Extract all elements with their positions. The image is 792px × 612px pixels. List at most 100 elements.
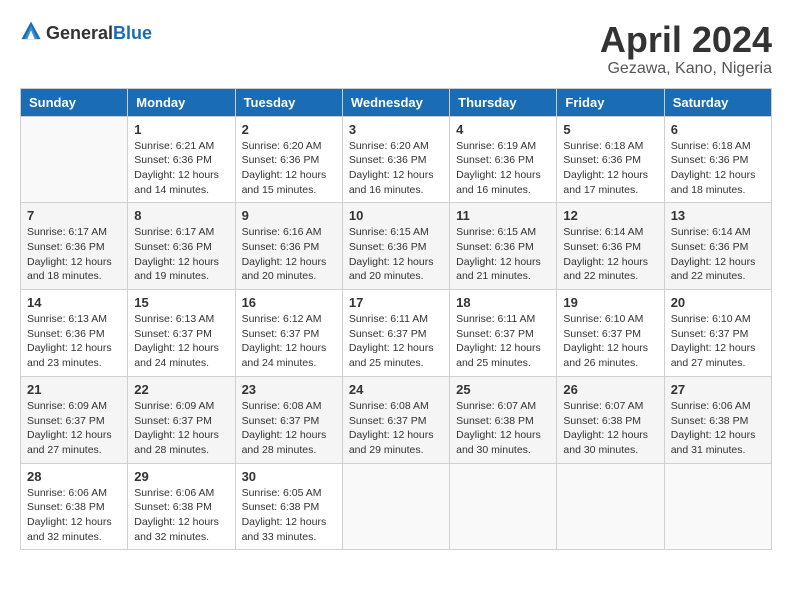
day-info: Sunrise: 6:06 AM Sunset: 6:38 PM Dayligh… — [27, 486, 121, 545]
location-text: Gezawa, Kano, Nigeria — [600, 60, 772, 78]
calendar-cell: 14 Sunrise: 6:13 AM Sunset: 6:36 PM Dayli… — [21, 290, 128, 377]
calendar-cell: 19 Sunrise: 6:10 AM Sunset: 6:37 PM Dayli… — [557, 290, 664, 377]
day-info: Sunrise: 6:20 AM Sunset: 6:36 PM Dayligh… — [349, 139, 443, 198]
page-header: GeneralBlue April 2024 Gezawa, Kano, Nig… — [20, 20, 772, 78]
day-number: 30 — [242, 469, 336, 484]
calendar-cell: 9Sunrise: 6:16 AM Sunset: 6:36 PM Daylig… — [235, 203, 342, 290]
calendar-cell: 8Sunrise: 6:17 AM Sunset: 6:36 PM Daylig… — [128, 203, 235, 290]
day-number: 16 — [242, 295, 336, 310]
day-info: Sunrise: 6:15 AM Sunset: 6:36 PM Dayligh… — [456, 225, 550, 284]
calendar-cell — [342, 463, 449, 550]
day-number: 24 — [349, 382, 443, 397]
week-row-5: 28Sunrise: 6:06 AM Sunset: 6:38 PM Dayli… — [21, 463, 772, 550]
day-info: Sunrise: 6:19 AM Sunset: 6:36 PM Dayligh… — [456, 139, 550, 198]
day-number: 12 — [563, 208, 657, 223]
calendar-cell: 21 Sunrise: 6:09 AM Sunset: 6:37 PM Dayli… — [21, 376, 128, 463]
day-info: Sunrise: 6:12 AM Sunset: 6:37 PM Dayligh… — [242, 312, 336, 371]
day-number: 23 — [242, 382, 336, 397]
title-block: April 2024 Gezawa, Kano, Nigeria — [600, 20, 772, 78]
calendar-cell — [450, 463, 557, 550]
week-row-1: 1Sunrise: 6:21 AM Sunset: 6:36 PM Daylig… — [21, 116, 772, 203]
calendar-cell: 27Sunrise: 6:06 AM Sunset: 6:38 PM Dayli… — [664, 376, 771, 463]
calendar-cell: 11 Sunrise: 6:15 AM Sunset: 6:36 PM Dayli… — [450, 203, 557, 290]
day-info: Sunrise: 6:11 AM Sunset: 6:37 PM Dayligh… — [456, 312, 550, 371]
day-info: Sunrise: 6:09 AM Sunset: 6:37 PM Dayligh… — [134, 399, 228, 458]
day-number: 18 — [456, 295, 550, 310]
header-thursday: Thursday — [450, 88, 557, 116]
calendar-cell: 2 Sunrise: 6:20 AM Sunset: 6:36 PM Daylig… — [235, 116, 342, 203]
calendar-cell: 15 Sunrise: 6:13 AM Sunset: 6:37 PM Dayli… — [128, 290, 235, 377]
calendar-cell: 3Sunrise: 6:20 AM Sunset: 6:36 PM Daylig… — [342, 116, 449, 203]
logo-general-text: GeneralBlue — [46, 23, 152, 44]
day-info: Sunrise: 6:21 AM Sunset: 6:36 PM Dayligh… — [134, 139, 228, 198]
day-info: Sunrise: 6:13 AM Sunset: 6:37 PM Dayligh… — [134, 312, 228, 371]
calendar-cell: 26 Sunrise: 6:07 AM Sunset: 6:38 PM Dayli… — [557, 376, 664, 463]
day-info: Sunrise: 6:17 AM Sunset: 6:36 PM Dayligh… — [27, 225, 121, 284]
header-wednesday: Wednesday — [342, 88, 449, 116]
day-info: Sunrise: 6:13 AM Sunset: 6:36 PM Dayligh… — [27, 312, 121, 371]
header-tuesday: Tuesday — [235, 88, 342, 116]
calendar-cell: 29 Sunrise: 6:06 AM Sunset: 6:38 PM Dayli… — [128, 463, 235, 550]
day-info: Sunrise: 6:06 AM Sunset: 6:38 PM Dayligh… — [134, 486, 228, 545]
calendar-cell: 1Sunrise: 6:21 AM Sunset: 6:36 PM Daylig… — [128, 116, 235, 203]
day-info: Sunrise: 6:16 AM Sunset: 6:36 PM Dayligh… — [242, 225, 336, 284]
calendar-cell: 12 Sunrise: 6:14 AM Sunset: 6:36 PM Dayli… — [557, 203, 664, 290]
day-number: 20 — [671, 295, 765, 310]
day-number: 17 — [349, 295, 443, 310]
calendar-cell: 7 Sunrise: 6:17 AM Sunset: 6:36 PM Daylig… — [21, 203, 128, 290]
logo-icon — [20, 20, 42, 42]
calendar-cell: 30 Sunrise: 6:05 AM Sunset: 6:38 PM Dayli… — [235, 463, 342, 550]
header-saturday: Saturday — [664, 88, 771, 116]
calendar-cell: 13 Sunrise: 6:14 AM Sunset: 6:36 PM Dayli… — [664, 203, 771, 290]
calendar-cell: 5 Sunrise: 6:18 AM Sunset: 6:36 PM Daylig… — [557, 116, 664, 203]
day-number: 26 — [563, 382, 657, 397]
day-number: 25 — [456, 382, 550, 397]
calendar-cell — [557, 463, 664, 550]
day-info: Sunrise: 6:15 AM Sunset: 6:36 PM Dayligh… — [349, 225, 443, 284]
day-info: Sunrise: 6:14 AM Sunset: 6:36 PM Dayligh… — [671, 225, 765, 284]
day-info: Sunrise: 6:11 AM Sunset: 6:37 PM Dayligh… — [349, 312, 443, 371]
calendar-cell: 28Sunrise: 6:06 AM Sunset: 6:38 PM Dayli… — [21, 463, 128, 550]
day-number: 13 — [671, 208, 765, 223]
day-number: 29 — [134, 469, 228, 484]
day-info: Sunrise: 6:05 AM Sunset: 6:38 PM Dayligh… — [242, 486, 336, 545]
day-number: 21 — [27, 382, 121, 397]
day-number: 2 — [242, 122, 336, 137]
day-info: Sunrise: 6:10 AM Sunset: 6:37 PM Dayligh… — [671, 312, 765, 371]
day-info: Sunrise: 6:08 AM Sunset: 6:37 PM Dayligh… — [242, 399, 336, 458]
week-row-3: 14 Sunrise: 6:13 AM Sunset: 6:36 PM Dayli… — [21, 290, 772, 377]
day-number: 10 — [349, 208, 443, 223]
day-number: 5 — [563, 122, 657, 137]
day-number: 11 — [456, 208, 550, 223]
day-info: Sunrise: 6:10 AM Sunset: 6:37 PM Dayligh… — [563, 312, 657, 371]
day-info: Sunrise: 6:18 AM Sunset: 6:36 PM Dayligh… — [671, 139, 765, 198]
day-number: 14 — [27, 295, 121, 310]
day-info: Sunrise: 6:07 AM Sunset: 6:38 PM Dayligh… — [456, 399, 550, 458]
day-number: 19 — [563, 295, 657, 310]
calendar-cell — [664, 463, 771, 550]
day-info: Sunrise: 6:08 AM Sunset: 6:37 PM Dayligh… — [349, 399, 443, 458]
day-number: 15 — [134, 295, 228, 310]
day-info: Sunrise: 6:17 AM Sunset: 6:36 PM Dayligh… — [134, 225, 228, 284]
day-number: 6 — [671, 122, 765, 137]
header-sunday: Sunday — [21, 88, 128, 116]
day-info: Sunrise: 6:20 AM Sunset: 6:36 PM Dayligh… — [242, 139, 336, 198]
day-number: 22 — [134, 382, 228, 397]
header-friday: Friday — [557, 88, 664, 116]
month-title: April 2024 — [600, 20, 772, 60]
week-row-2: 7 Sunrise: 6:17 AM Sunset: 6:36 PM Daylig… — [21, 203, 772, 290]
day-number: 7 — [27, 208, 121, 223]
day-number: 4 — [456, 122, 550, 137]
day-info: Sunrise: 6:07 AM Sunset: 6:38 PM Dayligh… — [563, 399, 657, 458]
day-info: Sunrise: 6:14 AM Sunset: 6:36 PM Dayligh… — [563, 225, 657, 284]
calendar-cell — [21, 116, 128, 203]
calendar-cell: 6 Sunrise: 6:18 AM Sunset: 6:36 PM Daylig… — [664, 116, 771, 203]
header-monday: Monday — [128, 88, 235, 116]
day-info: Sunrise: 6:18 AM Sunset: 6:36 PM Dayligh… — [563, 139, 657, 198]
day-info: Sunrise: 6:09 AM Sunset: 6:37 PM Dayligh… — [27, 399, 121, 458]
calendar-cell: 22 Sunrise: 6:09 AM Sunset: 6:37 PM Dayli… — [128, 376, 235, 463]
day-info: Sunrise: 6:06 AM Sunset: 6:38 PM Dayligh… — [671, 399, 765, 458]
calendar-cell: 23 Sunrise: 6:08 AM Sunset: 6:37 PM Dayli… — [235, 376, 342, 463]
calendar-cell: 24 Sunrise: 6:08 AM Sunset: 6:37 PM Dayli… — [342, 376, 449, 463]
calendar-cell: 20 Sunrise: 6:10 AM Sunset: 6:37 PM Dayli… — [664, 290, 771, 377]
